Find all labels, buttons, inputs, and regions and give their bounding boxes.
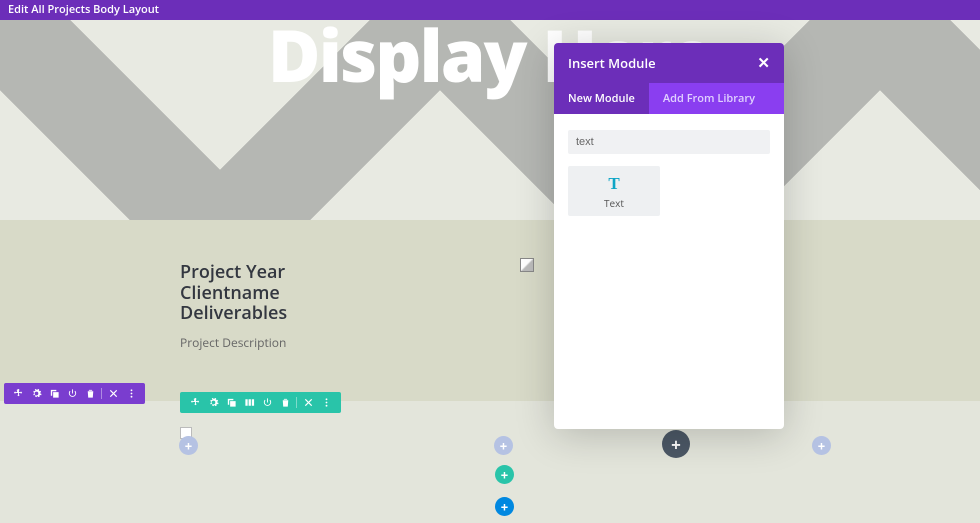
close-icon[interactable]: ✕ — [757, 53, 770, 73]
toolbar-separator — [101, 388, 102, 399]
move-icon[interactable] — [188, 396, 202, 410]
add-module-column-4[interactable]: + — [812, 436, 831, 455]
trash-icon[interactable] — [83, 387, 97, 401]
more-icon[interactable] — [124, 387, 138, 401]
close-icon[interactable] — [106, 387, 120, 401]
move-icon[interactable] — [11, 387, 25, 401]
add-row-button[interactable]: + — [495, 465, 514, 484]
tab-add-from-library[interactable]: Add From Library — [649, 83, 769, 114]
modal-title: Insert Module — [568, 54, 656, 72]
info-section: Project Year Clientname Deliverables Pro… — [0, 220, 980, 401]
columns-icon[interactable] — [242, 396, 256, 410]
module-item-label: Text — [568, 196, 660, 210]
modal-header: Insert Module ✕ — [554, 43, 784, 83]
add-module-column-2[interactable]: + — [494, 436, 513, 455]
modal-tabs: New Module Add From Library — [554, 83, 784, 114]
gear-icon[interactable] — [29, 387, 43, 401]
power-icon[interactable] — [65, 387, 79, 401]
text-module-icon: T — [568, 174, 660, 194]
close-icon[interactable] — [301, 396, 315, 410]
trash-icon[interactable] — [278, 396, 292, 410]
add-module-column-3-active[interactable]: + — [662, 430, 690, 458]
tab-new-module[interactable]: New Module — [554, 83, 649, 114]
toolbar-separator — [296, 397, 297, 408]
module-item-text[interactable]: T Text — [568, 166, 660, 216]
top-header-bar: Edit All Projects Body Layout — [0, 0, 980, 20]
gear-icon[interactable] — [206, 396, 220, 410]
insert-module-modal: Insert Module ✕ New Module Add From Libr… — [554, 43, 784, 429]
duplicate-icon[interactable] — [47, 387, 61, 401]
header-title: Edit All Projects Body Layout — [8, 2, 159, 17]
power-icon[interactable] — [260, 396, 274, 410]
section-toolbar[interactable] — [4, 383, 145, 404]
add-section-button[interactable]: + — [495, 497, 514, 516]
hero-section: Display Here — [0, 20, 980, 220]
row-toolbar[interactable] — [180, 392, 341, 413]
broken-image-icon — [520, 258, 534, 272]
duplicate-icon[interactable] — [224, 396, 238, 410]
modal-body: T Text — [554, 114, 784, 429]
more-icon[interactable] — [319, 396, 333, 410]
module-search-input[interactable] — [568, 130, 770, 154]
add-module-column-1[interactable]: + — [179, 436, 198, 455]
